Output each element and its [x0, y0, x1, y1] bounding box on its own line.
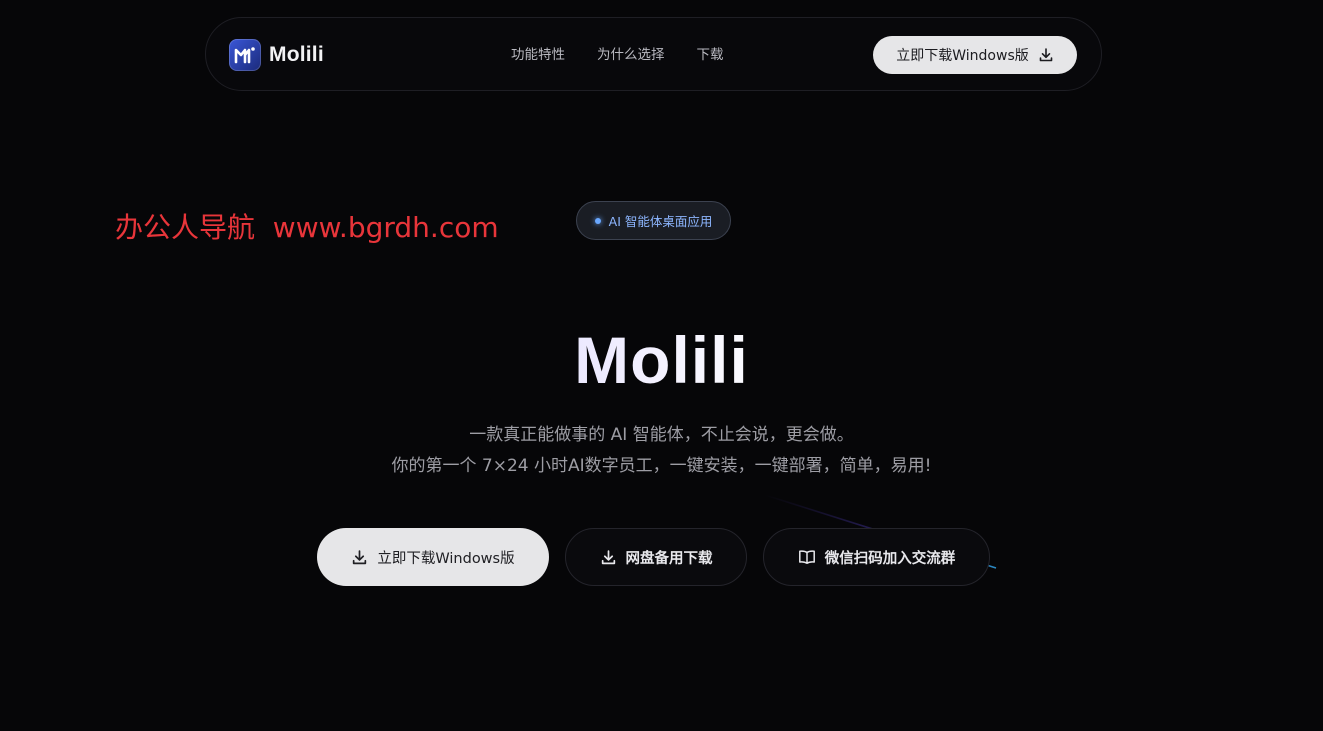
watermark-text: 办公人导航 www.bgrdh.com [115, 211, 499, 244]
status-dot-icon [594, 217, 601, 224]
landing-page: Molili 功能特性 为什么选择 下载 立即下载Windows版 办公人导航 … [0, 0, 1323, 731]
wechat-group-label: 微信扫码加入交流群 [824, 550, 956, 567]
hero-subtitle-line2: 你的第一个 7×24 小时AI数字员工，一键安装，一键部署，简单，易用! [391, 456, 932, 476]
molili-logo-icon [229, 39, 261, 71]
nav-links: 功能特性 为什么选择 下载 [511, 46, 756, 64]
netdisk-download-button[interactable]: 网盘备用下载 [565, 528, 747, 586]
brand-name: Molili [269, 43, 324, 66]
netdisk-download-label: 网盘备用下载 [625, 550, 713, 567]
nav-download-label: 立即下载Windows版 [896, 48, 1029, 64]
nav-link-features[interactable]: 功能特性 [511, 46, 565, 64]
wechat-group-button[interactable]: 微信扫码加入交流群 [763, 528, 990, 586]
nav-link-why[interactable]: 为什么选择 [597, 46, 665, 64]
download-icon [1038, 47, 1054, 63]
hero-title: Molili [0, 322, 1323, 398]
hero-badge-label: AI 智能体桌面应用 [608, 214, 713, 229]
download-windows-label: 立即下载Windows版 [377, 550, 515, 567]
book-open-icon [798, 549, 816, 565]
download-icon [351, 549, 368, 566]
hero-badge: AI 智能体桌面应用 [576, 201, 731, 240]
nav-link-download[interactable]: 下载 [697, 46, 724, 64]
brand-home-link[interactable]: Molili [229, 39, 324, 71]
download-icon [600, 549, 617, 566]
navbar: Molili 功能特性 为什么选择 下载 立即下载Windows版 [205, 17, 1102, 91]
hero-subtitle-line1: 一款真正能做事的 AI 智能体，不止会说，更会做。 [469, 425, 854, 445]
download-windows-button[interactable]: 立即下载Windows版 [317, 528, 549, 586]
nav-download-windows-button[interactable]: 立即下载Windows版 [873, 36, 1077, 74]
